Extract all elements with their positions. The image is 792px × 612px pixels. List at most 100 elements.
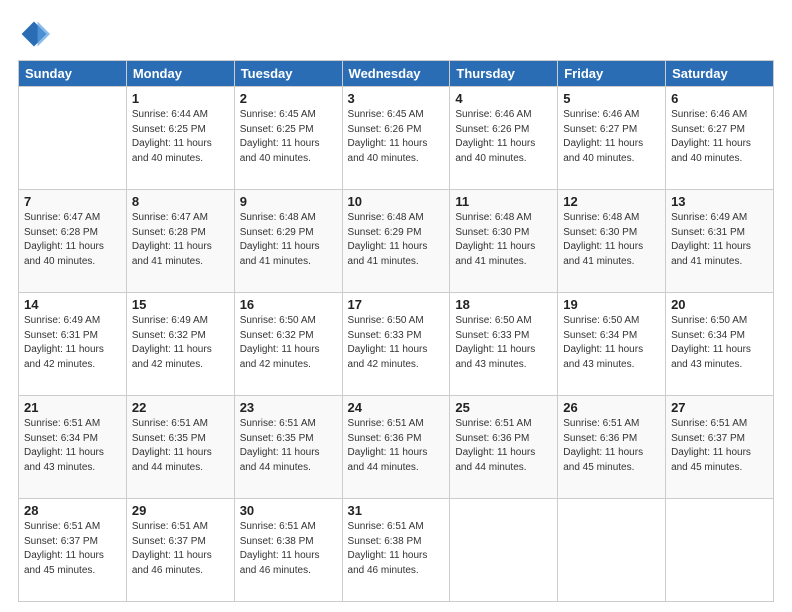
day-number: 23 <box>240 400 337 415</box>
day-number: 11 <box>455 194 552 209</box>
day-number: 4 <box>455 91 552 106</box>
day-info: Sunrise: 6:46 AM Sunset: 6:26 PM Dayligh… <box>455 108 552 166</box>
day-info: Sunrise: 6:48 AM Sunset: 6:30 PM Dayligh… <box>563 211 660 269</box>
weekday-wednesday: Wednesday <box>342 61 450 87</box>
day-number: 27 <box>671 400 768 415</box>
calendar-cell: 29 Sunrise: 6:51 AM Sunset: 6:37 PM Dayli… <box>126 499 234 602</box>
day-info: Sunrise: 6:51 AM Sunset: 6:38 PM Dayligh… <box>348 520 445 578</box>
day-info: Sunrise: 6:50 AM Sunset: 6:32 PM Dayligh… <box>240 314 337 372</box>
day-number: 14 <box>24 297 121 312</box>
week-row-4: 21Sunrise: 6:51 AM Sunset: 6:34 PM Dayli… <box>19 396 774 499</box>
week-row-2: 7 Sunrise: 6:47 AM Sunset: 6:28 PM Daylig… <box>19 190 774 293</box>
day-info: Sunrise: 6:44 AM Sunset: 6:25 PM Dayligh… <box>132 108 229 166</box>
day-info: Sunrise: 6:46 AM Sunset: 6:27 PM Dayligh… <box>563 108 660 166</box>
calendar-cell: 24 Sunrise: 6:51 AM Sunset: 6:36 PM Dayli… <box>342 396 450 499</box>
day-number: 7 <box>24 194 121 209</box>
calendar-cell: 15 Sunrise: 6:49 AM Sunset: 6:32 PM Dayli… <box>126 293 234 396</box>
day-info: Sunrise: 6:51 AM Sunset: 6:37 PM Dayligh… <box>24 520 121 578</box>
day-info: Sunrise: 6:50 AM Sunset: 6:33 PM Dayligh… <box>348 314 445 372</box>
day-info: Sunrise: 6:45 AM Sunset: 6:26 PM Dayligh… <box>348 108 445 166</box>
day-info: Sunrise: 6:49 AM Sunset: 6:31 PM Dayligh… <box>671 211 768 269</box>
weekday-friday: Friday <box>558 61 666 87</box>
calendar-cell: 5 Sunrise: 6:46 AM Sunset: 6:27 PM Daylig… <box>558 87 666 190</box>
calendar-cell <box>19 87 127 190</box>
header <box>18 18 774 50</box>
day-number: 10 <box>348 194 445 209</box>
week-row-1: 1 Sunrise: 6:44 AM Sunset: 6:25 PM Daylig… <box>19 87 774 190</box>
day-info: Sunrise: 6:51 AM Sunset: 6:35 PM Dayligh… <box>132 417 229 475</box>
calendar-cell: 1 Sunrise: 6:44 AM Sunset: 6:25 PM Daylig… <box>126 87 234 190</box>
calendar-cell: 11 Sunrise: 6:48 AM Sunset: 6:30 PM Dayli… <box>450 190 558 293</box>
calendar-cell: 6Sunrise: 6:46 AM Sunset: 6:27 PM Daylig… <box>666 87 774 190</box>
day-number: 17 <box>348 297 445 312</box>
calendar-cell: 10 Sunrise: 6:48 AM Sunset: 6:29 PM Dayli… <box>342 190 450 293</box>
day-info: Sunrise: 6:48 AM Sunset: 6:30 PM Dayligh… <box>455 211 552 269</box>
weekday-monday: Monday <box>126 61 234 87</box>
day-info: Sunrise: 6:51 AM Sunset: 6:36 PM Dayligh… <box>455 417 552 475</box>
calendar-cell: 18 Sunrise: 6:50 AM Sunset: 6:33 PM Dayli… <box>450 293 558 396</box>
day-number: 8 <box>132 194 229 209</box>
week-row-3: 14 Sunrise: 6:49 AM Sunset: 6:31 PM Dayli… <box>19 293 774 396</box>
calendar-cell <box>450 499 558 602</box>
calendar-cell: 21Sunrise: 6:51 AM Sunset: 6:34 PM Dayli… <box>19 396 127 499</box>
day-number: 18 <box>455 297 552 312</box>
day-number: 29 <box>132 503 229 518</box>
day-info: Sunrise: 6:47 AM Sunset: 6:28 PM Dayligh… <box>132 211 229 269</box>
calendar-cell <box>666 499 774 602</box>
day-number: 30 <box>240 503 337 518</box>
page: SundayMondayTuesdayWednesdayThursdayFrid… <box>0 0 792 612</box>
day-number: 28 <box>24 503 121 518</box>
day-info: Sunrise: 6:50 AM Sunset: 6:34 PM Dayligh… <box>671 314 768 372</box>
day-info: Sunrise: 6:45 AM Sunset: 6:25 PM Dayligh… <box>240 108 337 166</box>
day-number: 16 <box>240 297 337 312</box>
day-number: 25 <box>455 400 552 415</box>
logo-icon <box>18 18 50 50</box>
calendar-cell: 12 Sunrise: 6:48 AM Sunset: 6:30 PM Dayli… <box>558 190 666 293</box>
weekday-tuesday: Tuesday <box>234 61 342 87</box>
weekday-sunday: Sunday <box>19 61 127 87</box>
calendar-cell: 30 Sunrise: 6:51 AM Sunset: 6:38 PM Dayli… <box>234 499 342 602</box>
day-number: 13 <box>671 194 768 209</box>
day-info: Sunrise: 6:50 AM Sunset: 6:33 PM Dayligh… <box>455 314 552 372</box>
day-number: 2 <box>240 91 337 106</box>
day-info: Sunrise: 6:48 AM Sunset: 6:29 PM Dayligh… <box>348 211 445 269</box>
day-info: Sunrise: 6:51 AM Sunset: 6:38 PM Dayligh… <box>240 520 337 578</box>
calendar-cell: 9 Sunrise: 6:48 AM Sunset: 6:29 PM Daylig… <box>234 190 342 293</box>
calendar-cell: 28 Sunrise: 6:51 AM Sunset: 6:37 PM Dayli… <box>19 499 127 602</box>
calendar-cell: 2 Sunrise: 6:45 AM Sunset: 6:25 PM Daylig… <box>234 87 342 190</box>
calendar-cell: 17 Sunrise: 6:50 AM Sunset: 6:33 PM Dayli… <box>342 293 450 396</box>
calendar-cell: 14 Sunrise: 6:49 AM Sunset: 6:31 PM Dayli… <box>19 293 127 396</box>
day-info: Sunrise: 6:51 AM Sunset: 6:35 PM Dayligh… <box>240 417 337 475</box>
calendar-cell: 25 Sunrise: 6:51 AM Sunset: 6:36 PM Dayli… <box>450 396 558 499</box>
calendar-cell <box>558 499 666 602</box>
day-info: Sunrise: 6:47 AM Sunset: 6:28 PM Dayligh… <box>24 211 121 269</box>
calendar-cell: 7 Sunrise: 6:47 AM Sunset: 6:28 PM Daylig… <box>19 190 127 293</box>
day-info: Sunrise: 6:49 AM Sunset: 6:31 PM Dayligh… <box>24 314 121 372</box>
calendar-table: SundayMondayTuesdayWednesdayThursdayFrid… <box>18 60 774 602</box>
day-info: Sunrise: 6:49 AM Sunset: 6:32 PM Dayligh… <box>132 314 229 372</box>
calendar-cell: 23 Sunrise: 6:51 AM Sunset: 6:35 PM Dayli… <box>234 396 342 499</box>
day-number: 24 <box>348 400 445 415</box>
day-info: Sunrise: 6:51 AM Sunset: 6:34 PM Dayligh… <box>24 417 121 475</box>
day-info: Sunrise: 6:50 AM Sunset: 6:34 PM Dayligh… <box>563 314 660 372</box>
weekday-saturday: Saturday <box>666 61 774 87</box>
calendar-cell: 20Sunrise: 6:50 AM Sunset: 6:34 PM Dayli… <box>666 293 774 396</box>
calendar-cell: 31Sunrise: 6:51 AM Sunset: 6:38 PM Dayli… <box>342 499 450 602</box>
calendar-cell: 19 Sunrise: 6:50 AM Sunset: 6:34 PM Dayli… <box>558 293 666 396</box>
day-number: 22 <box>132 400 229 415</box>
day-info: Sunrise: 6:51 AM Sunset: 6:37 PM Dayligh… <box>671 417 768 475</box>
day-info: Sunrise: 6:48 AM Sunset: 6:29 PM Dayligh… <box>240 211 337 269</box>
calendar-cell: 4 Sunrise: 6:46 AM Sunset: 6:26 PM Daylig… <box>450 87 558 190</box>
day-number: 19 <box>563 297 660 312</box>
calendar-cell: 8 Sunrise: 6:47 AM Sunset: 6:28 PM Daylig… <box>126 190 234 293</box>
day-number: 9 <box>240 194 337 209</box>
day-number: 5 <box>563 91 660 106</box>
day-info: Sunrise: 6:51 AM Sunset: 6:37 PM Dayligh… <box>132 520 229 578</box>
calendar-cell: 22 Sunrise: 6:51 AM Sunset: 6:35 PM Dayli… <box>126 396 234 499</box>
day-number: 12 <box>563 194 660 209</box>
day-info: Sunrise: 6:46 AM Sunset: 6:27 PM Dayligh… <box>671 108 768 166</box>
day-number: 1 <box>132 91 229 106</box>
day-info: Sunrise: 6:51 AM Sunset: 6:36 PM Dayligh… <box>348 417 445 475</box>
calendar-cell: 26Sunrise: 6:51 AM Sunset: 6:36 PM Dayli… <box>558 396 666 499</box>
day-number: 15 <box>132 297 229 312</box>
